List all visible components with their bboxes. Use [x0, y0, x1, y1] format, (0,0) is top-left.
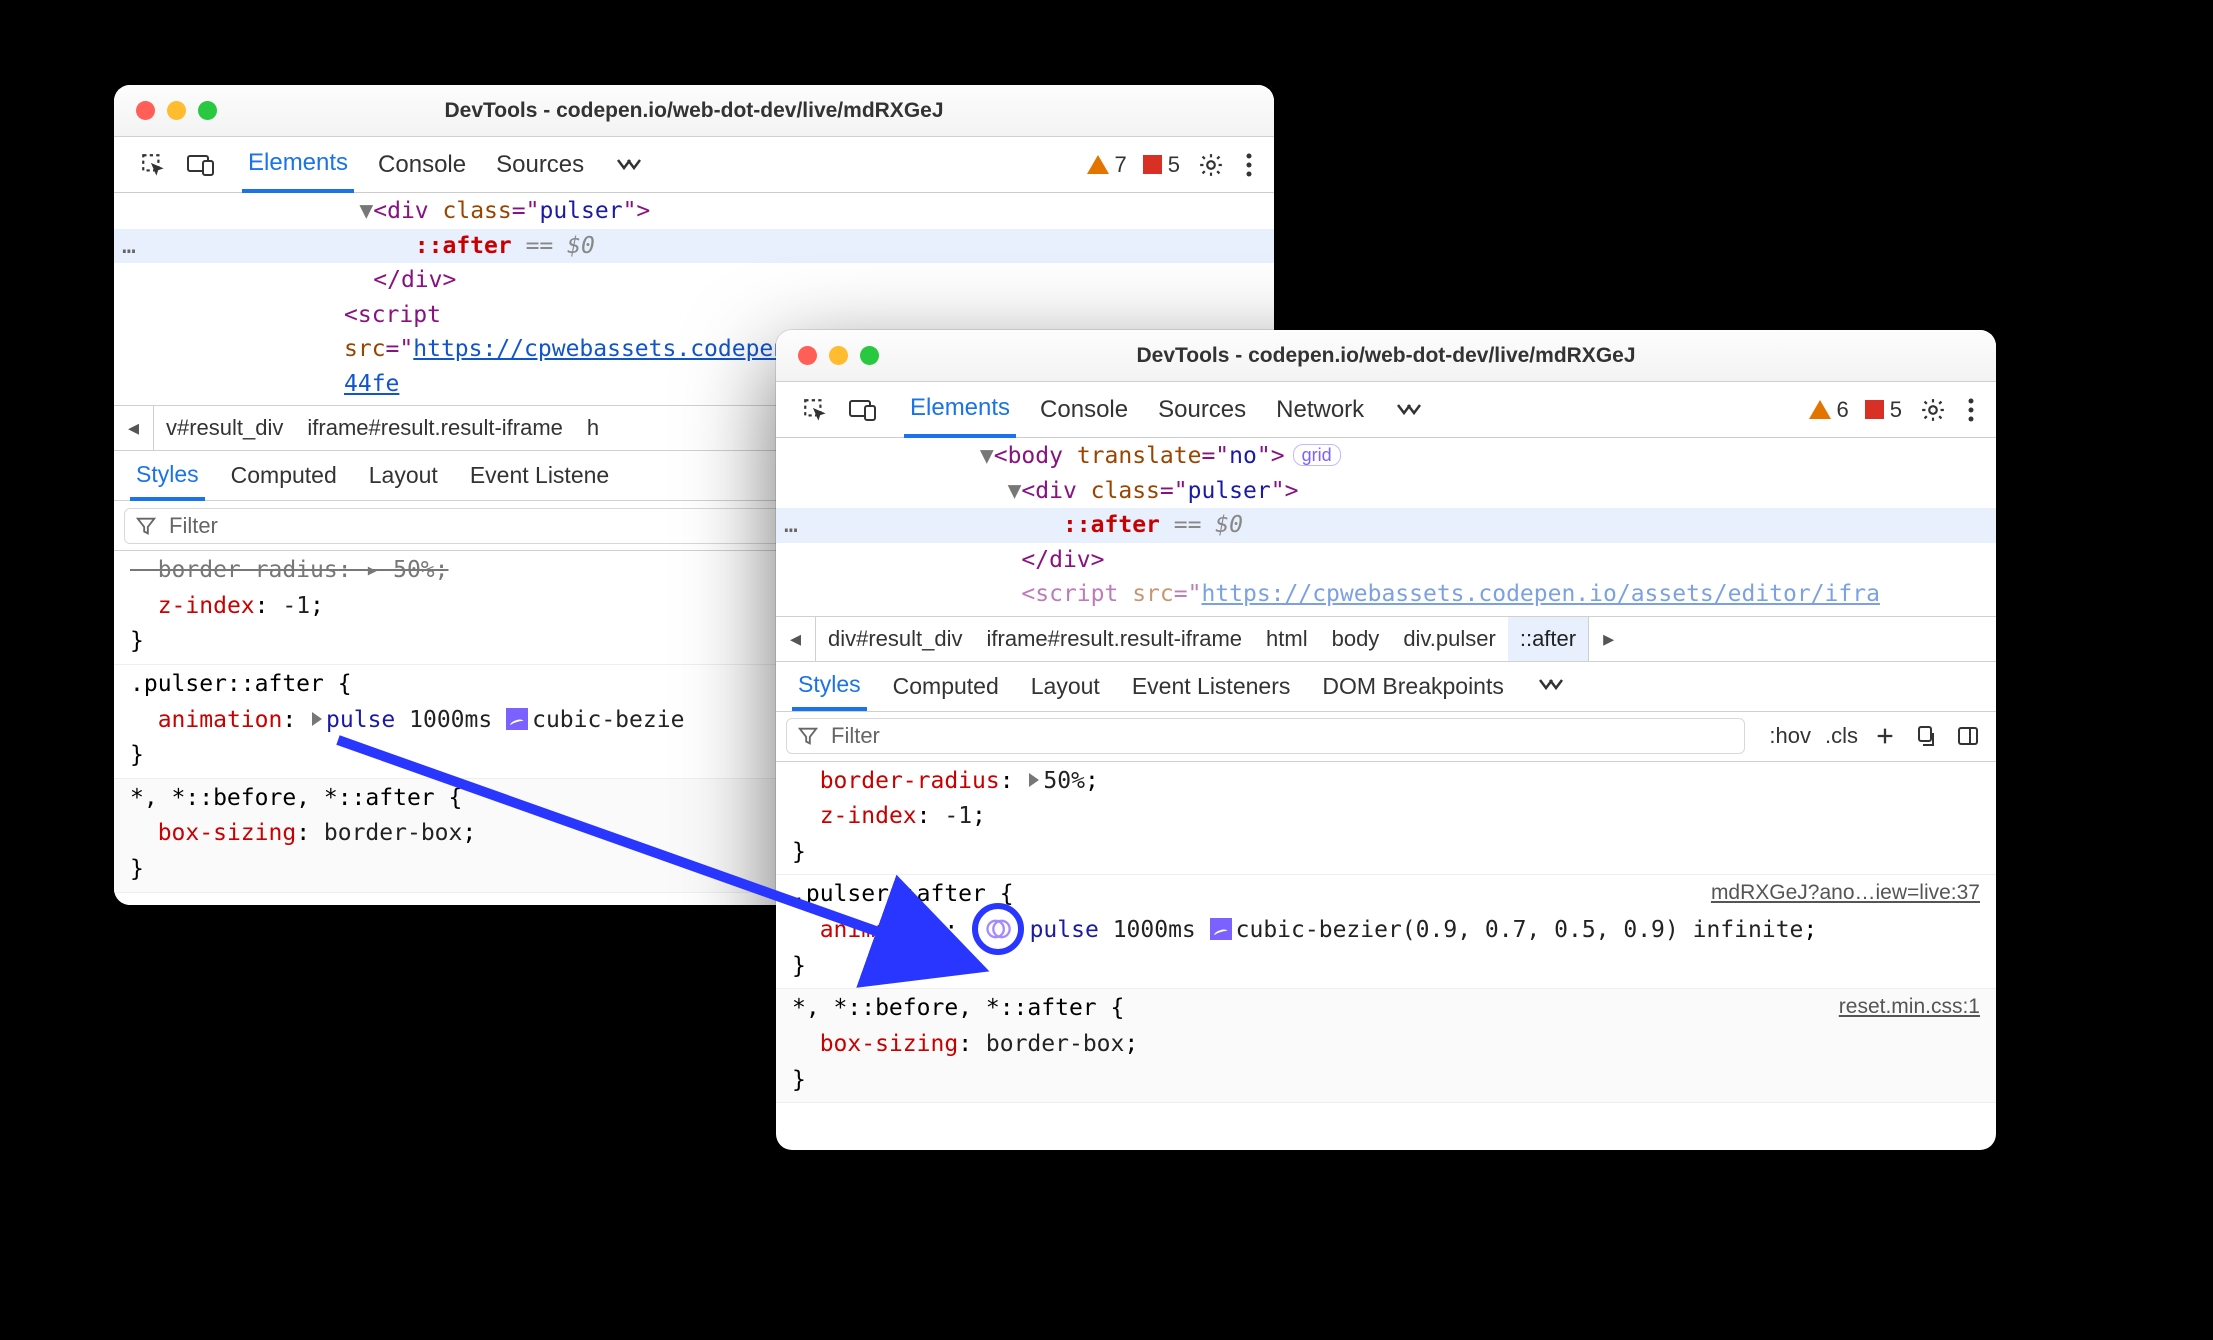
- selected-dom-node[interactable]: … ::after == $0: [776, 508, 1996, 543]
- toggle-sidebar-icon[interactable]: [1954, 722, 1982, 750]
- breadcrumb-item[interactable]: html: [1254, 617, 1320, 661]
- error-icon: [1143, 155, 1162, 174]
- styles-subtabs: Styles Computed Layout Event Listeners D…: [776, 662, 1996, 712]
- cubic-bezier-editor-icon[interactable]: [506, 708, 528, 730]
- kebab-menu-icon[interactable]: [1956, 391, 1986, 429]
- subtab-computed[interactable]: Computed: [225, 451, 343, 500]
- tab-console[interactable]: Console: [372, 137, 472, 192]
- maximize-icon[interactable]: [198, 101, 217, 120]
- subtab-layout[interactable]: Layout: [1025, 662, 1106, 711]
- more-tabs-chevron-icon[interactable]: [1388, 401, 1430, 419]
- settings-gear-icon[interactable]: [1188, 146, 1234, 184]
- style-rule[interactable]: reset.min.css:1 *, *::before, *::after {…: [776, 989, 1996, 1103]
- titlebar[interactable]: DevTools - codepen.io/web-dot-dev/live/m…: [114, 85, 1274, 137]
- more-tabs-chevron-icon[interactable]: [608, 156, 650, 174]
- errors-count[interactable]: 5: [1857, 397, 1910, 423]
- breadcrumb-item[interactable]: div.pulser: [1391, 617, 1508, 661]
- window-title: DevTools - codepen.io/web-dot-dev/live/m…: [114, 99, 1274, 123]
- device-toolbar-icon[interactable]: [838, 392, 888, 428]
- error-icon: [1865, 400, 1884, 419]
- subtab-event-listeners[interactable]: Event Listeners: [1126, 662, 1297, 711]
- breadcrumb-item[interactable]: div#result_div: [816, 617, 975, 661]
- subtab-event-listeners[interactable]: Event Listene: [464, 451, 615, 500]
- maximize-icon[interactable]: [860, 346, 879, 365]
- styles-filter-bar: Filter :hov .cls: [776, 712, 1996, 762]
- device-toolbar-icon[interactable]: [176, 147, 226, 183]
- warning-icon: [1809, 400, 1831, 419]
- subtab-layout[interactable]: Layout: [363, 451, 444, 500]
- window-title: DevTools - codepen.io/web-dot-dev/live/m…: [776, 344, 1996, 368]
- style-rule[interactable]: mdRXGeJ?ano…iew=live:37 .pulser::after {…: [776, 875, 1996, 989]
- minimize-icon[interactable]: [829, 346, 848, 365]
- warnings-count[interactable]: 7: [1079, 152, 1135, 178]
- breadcrumb-item-active[interactable]: ::after: [1508, 617, 1588, 661]
- breadcrumb-scroll-left-icon[interactable]: ◂: [114, 406, 154, 450]
- funnel-icon: [135, 515, 157, 537]
- ellipsis-icon: …: [784, 508, 798, 543]
- breadcrumb-item[interactable]: iframe#result.result-iframe: [975, 617, 1255, 661]
- selected-dom-node[interactable]: … ::after == $0: [114, 229, 1274, 264]
- close-icon[interactable]: [136, 101, 155, 120]
- devtools-window-2: DevTools - codepen.io/web-dot-dev/live/m…: [776, 330, 1996, 1150]
- copy-styles-icon[interactable]: [1912, 722, 1940, 750]
- warning-icon: [1087, 155, 1109, 174]
- breadcrumb-item[interactable]: body: [1320, 617, 1392, 661]
- style-rule[interactable]: border-radius: 50%; z-index: -1; }: [776, 762, 1996, 876]
- tab-console[interactable]: Console: [1034, 382, 1134, 437]
- errors-count[interactable]: 5: [1135, 152, 1188, 178]
- breadcrumb: ◂ div#result_div iframe#result.result-if…: [776, 616, 1996, 662]
- grid-badge[interactable]: grid: [1293, 444, 1341, 466]
- styles-pane[interactable]: border-radius: 50%; z-index: -1; } mdRXG…: [776, 762, 1996, 1104]
- settings-gear-icon[interactable]: [1910, 391, 1956, 429]
- tab-elements[interactable]: Elements: [904, 383, 1016, 438]
- breadcrumb-scroll-right-icon[interactable]: ▸: [1588, 617, 1628, 661]
- breadcrumb-scroll-left-icon[interactable]: ◂: [776, 617, 816, 661]
- cls-toggle[interactable]: .cls: [1825, 723, 1858, 749]
- source-link[interactable]: mdRXGeJ?ano…iew=live:37: [1711, 877, 1980, 910]
- funnel-icon: [797, 725, 819, 747]
- main-toolbar: Elements Console Sources 7 5: [114, 137, 1274, 193]
- inspect-element-icon[interactable]: [130, 146, 176, 184]
- tab-network[interactable]: Network: [1270, 382, 1370, 437]
- breadcrumb-item[interactable]: v#result_div: [154, 406, 295, 450]
- new-style-rule-icon[interactable]: [1872, 723, 1898, 749]
- warnings-count[interactable]: 6: [1801, 397, 1857, 423]
- breadcrumb-item[interactable]: h: [575, 406, 611, 450]
- tab-sources[interactable]: Sources: [1152, 382, 1252, 437]
- dom-tree[interactable]: ▼<body translate="no">grid ▼<div class="…: [776, 438, 1996, 616]
- subtab-styles[interactable]: Styles: [792, 662, 867, 711]
- kebab-menu-icon[interactable]: [1234, 146, 1264, 184]
- styles-filter-input[interactable]: Filter: [786, 718, 1745, 754]
- more-subtabs-chevron-icon[interactable]: [1530, 673, 1572, 700]
- subtab-dom-breakpoints[interactable]: DOM Breakpoints: [1316, 662, 1510, 711]
- expand-shorthand-icon[interactable]: [1029, 773, 1039, 787]
- subtab-computed[interactable]: Computed: [887, 662, 1005, 711]
- breadcrumb-item[interactable]: iframe#result.result-iframe: [295, 406, 575, 450]
- subtab-styles[interactable]: Styles: [130, 452, 205, 501]
- minimize-icon[interactable]: [167, 101, 186, 120]
- hov-toggle[interactable]: :hov: [1769, 723, 1811, 749]
- tab-sources[interactable]: Sources: [490, 137, 590, 192]
- tab-elements[interactable]: Elements: [242, 138, 354, 193]
- expand-shorthand-icon[interactable]: [312, 712, 322, 726]
- source-link[interactable]: reset.min.css:1: [1839, 991, 1980, 1024]
- inspect-element-icon[interactable]: [792, 391, 838, 429]
- titlebar[interactable]: DevTools - codepen.io/web-dot-dev/live/m…: [776, 330, 1996, 382]
- cubic-bezier-editor-icon[interactable]: [1210, 918, 1232, 940]
- main-toolbar: Elements Console Sources Network 6 5: [776, 382, 1996, 438]
- close-icon[interactable]: [798, 346, 817, 365]
- ellipsis-icon: …: [122, 229, 136, 264]
